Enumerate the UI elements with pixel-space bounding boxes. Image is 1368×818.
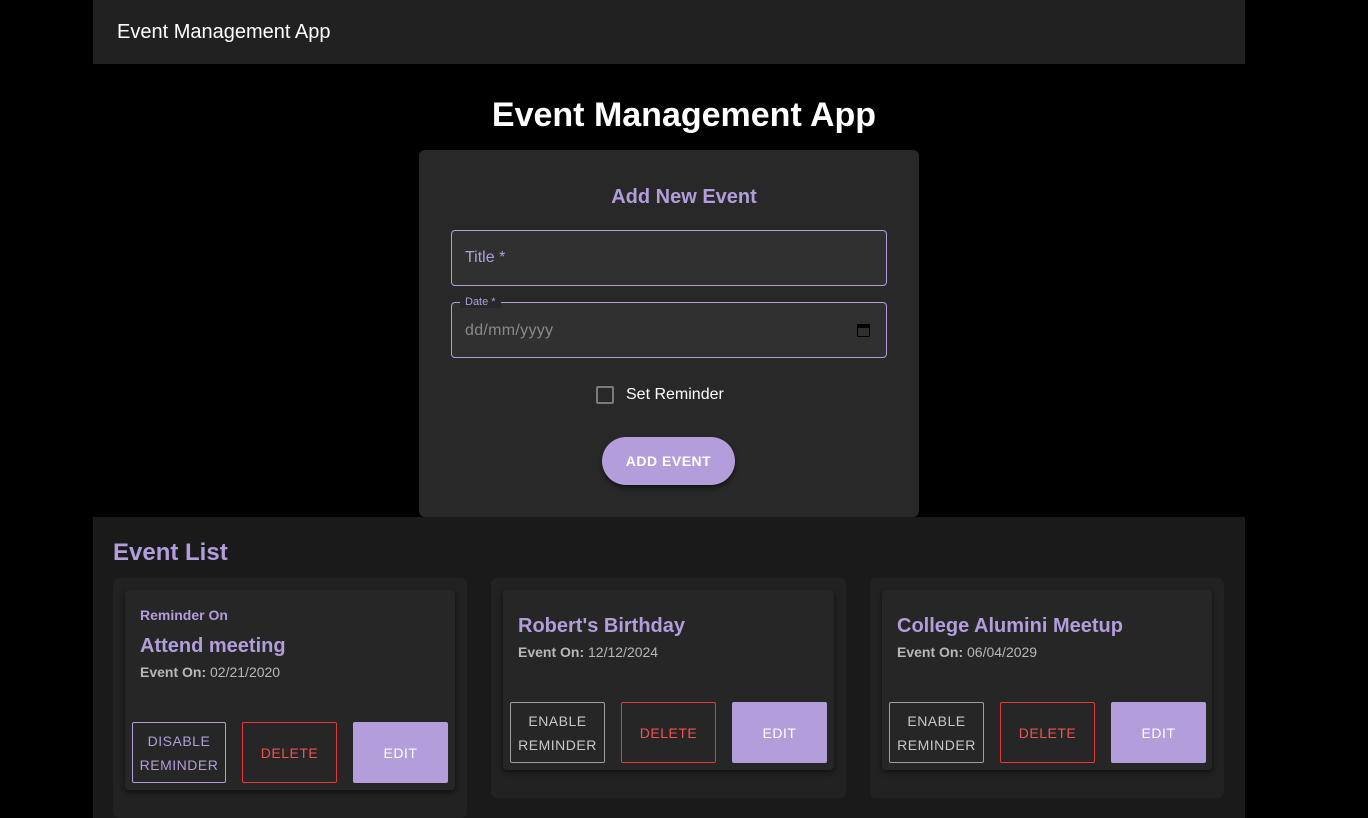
event-on-label: Event On: [518, 644, 585, 660]
event-date: Event On: 02/21/2020 [140, 664, 280, 680]
set-reminder-row[interactable]: Set Reminder [596, 385, 724, 405]
event-list-heading: Event List [113, 539, 228, 566]
set-reminder-label[interactable]: Set Reminder [626, 386, 724, 404]
event-title: College Alumini Meetup [897, 615, 1123, 637]
event-date-value: 06/04/2029 [967, 644, 1038, 660]
edit-button[interactable]: EDIT [353, 722, 448, 783]
date-label: Date * [460, 296, 501, 308]
event-title: Robert's Birthday [518, 615, 686, 637]
delete-button[interactable]: DELETE [621, 702, 716, 763]
edit-button[interactable]: EDIT [1111, 702, 1206, 763]
event-on-label: Event On: [140, 664, 207, 680]
delete-button[interactable]: DELETE [242, 722, 337, 783]
event-date: Event On: 12/12/2024 [518, 644, 658, 660]
event-date-value: 02/21/2020 [210, 664, 281, 680]
reminder-button-line1: ENABLE [907, 712, 966, 729]
event-on-label: Event On: [897, 644, 964, 660]
add-event-heading: Add New Event [611, 186, 757, 208]
date-input[interactable]: Date * dd/mm/yyyy [451, 296, 887, 358]
app-bar-title: Event Management App [117, 20, 331, 43]
add-event-button[interactable]: ADD EVENT [602, 437, 735, 485]
set-reminder-checkbox[interactable] [596, 386, 614, 404]
delete-button[interactable]: DELETE [1000, 702, 1095, 763]
title-input[interactable]: Title * [451, 230, 887, 286]
calendar-icon[interactable] [857, 324, 870, 337]
page-title: Event Management App [491, 96, 877, 134]
reminder-button-line1: DISABLE [147, 732, 211, 749]
enable-reminder-button[interactable]: ENABLE REMINDER [889, 702, 984, 763]
reminder-button-line2: REMINDER [139, 756, 219, 773]
enable-reminder-button[interactable]: ENABLE REMINDER [510, 702, 605, 763]
title-placeholder: Title * [465, 249, 506, 266]
event-date-value: 12/12/2024 [588, 644, 659, 660]
reminder-button-line2: REMINDER [518, 736, 597, 753]
app-bar: Event Management App [93, 0, 1245, 64]
reminder-button-line2: REMINDER [897, 736, 976, 753]
edit-button[interactable]: EDIT [732, 702, 827, 763]
event-date: Event On: 06/04/2029 [897, 644, 1037, 660]
date-value: dd/mm/yyyy [465, 322, 554, 339]
reminder-button-line1: ENABLE [528, 712, 587, 729]
event-title: Attend meeting [140, 635, 286, 657]
disable-reminder-button[interactable]: DISABLE REMINDER [132, 722, 226, 783]
reminder-on-badge: Reminder On [140, 607, 228, 623]
